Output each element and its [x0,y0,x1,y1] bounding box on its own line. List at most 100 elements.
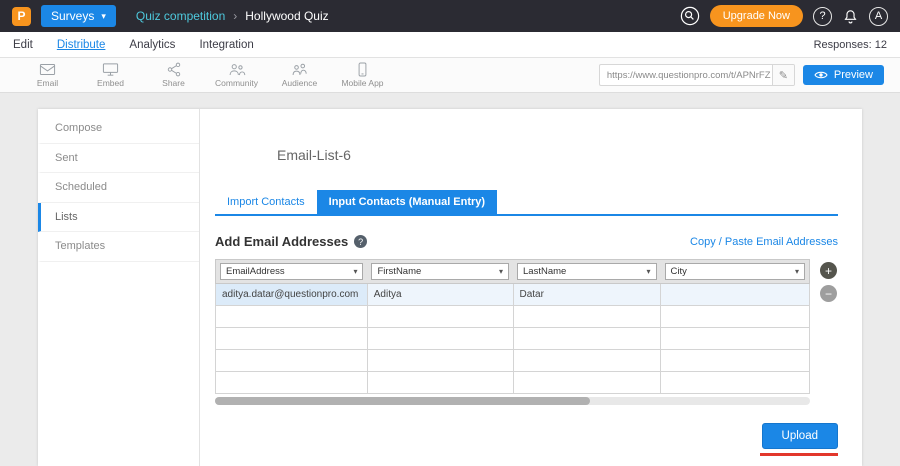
sidebar-item-scheduled[interactable]: Scheduled [38,173,199,203]
column-select-value: City [671,266,687,277]
table-cell-email[interactable] [216,328,368,350]
section-title-wrap: Add Email Addresses ? [215,234,367,249]
table-cell-lastname[interactable] [514,350,662,372]
mobile-app-icon [356,62,369,77]
header-cell: LastName ▾ [513,263,661,280]
email-distribution-card: Compose Sent Scheduled Lists Templates E… [38,109,862,466]
tab-input-contacts-manual[interactable]: Input Contacts (Manual Entry) [317,190,497,214]
chevron-down-icon: ▾ [353,267,357,276]
table-cell-city[interactable] [661,284,810,306]
toolbar-item-community[interactable]: Community [205,62,268,88]
breadcrumb-separator-icon: › [233,9,237,23]
table-cell-firstname[interactable]: Aditya [368,284,514,306]
edit-url-pencil-icon[interactable]: ✎ [772,65,794,85]
sidebar-item-lists[interactable]: Lists [38,203,199,233]
sidebar-item-templates[interactable]: Templates [38,232,199,262]
sidebar-item-sent[interactable]: Sent [38,144,199,174]
eye-icon [814,70,828,80]
user-avatar[interactable]: A [869,7,888,26]
upgrade-now-button[interactable]: Upgrade Now [710,5,803,27]
remove-row-button[interactable]: − [820,285,837,302]
surveys-dropdown[interactable]: Surveys ▾ [41,5,116,27]
table-cell-city[interactable] [661,328,810,350]
table-cell-firstname[interactable] [368,306,514,328]
chevron-down-icon: ▾ [795,267,799,276]
column-select-value: FirstName [377,266,421,277]
table-row: aditya.datar@questionpro.com Aditya Data… [216,284,810,306]
email-icon [39,62,56,77]
toolbar-item-mobile-app[interactable]: Mobile App [331,62,394,88]
table-cell-firstname[interactable] [368,350,514,372]
contacts-table-body: aditya.datar@questionpro.com Aditya Data… [215,284,810,394]
horizontal-scrollbar[interactable] [215,397,810,405]
breadcrumb: Quiz competition › Hollywood Quiz [136,9,329,23]
add-row-button[interactable]: + [820,262,837,279]
email-list-title: Email-List-6 [277,147,838,163]
upload-button[interactable]: Upload [762,423,838,449]
nav-item-distribute[interactable]: Distribute [57,39,106,51]
chevron-down-icon: ▾ [499,267,503,276]
help-badge-icon[interactable]: ? [354,235,367,248]
nav-item-analytics[interactable]: Analytics [129,39,175,51]
table-cell-email[interactable]: aditya.datar@questionpro.com [216,284,368,306]
contacts-tabs: Import Contacts Input Contacts (Manual E… [215,190,838,216]
page: P Surveys ▾ Quiz competition › Hollywood… [0,0,900,466]
toolbar-item-label: Embed [97,78,124,88]
table-row [216,372,810,394]
upload-row: Upload [215,423,838,456]
table-cell-lastname[interactable] [514,328,662,350]
sidebar-item-compose[interactable]: Compose [38,114,199,144]
scrollbar-thumb[interactable] [215,397,590,405]
toolbar-item-email[interactable]: Email [16,62,79,88]
table-cell-email[interactable] [216,306,368,328]
topbar: P Surveys ▾ Quiz competition › Hollywood… [0,0,900,32]
preview-button-label: Preview [834,69,873,81]
questionpro-logo[interactable]: P [12,7,31,26]
copy-paste-emails-link[interactable]: Copy / Paste Email Addresses [690,236,838,248]
share-icon [166,62,182,77]
community-icon [228,62,246,77]
chevron-down-icon: ▾ [101,11,106,22]
email-sidebar: Compose Sent Scheduled Lists Templates [38,109,200,466]
breadcrumb-current: Hollywood Quiz [245,9,328,23]
table-cell-lastname[interactable] [514,372,662,394]
toolbar-item-audience[interactable]: Audience [268,62,331,88]
nav-item-integration[interactable]: Integration [199,39,253,51]
column-select-value: EmailAddress [226,266,285,277]
toolbar-item-share[interactable]: Share [142,62,205,88]
table-cell-city[interactable] [661,372,810,394]
contacts-table-zone: EmailAddress ▾ FirstName ▾ [215,259,838,405]
column-select-lastname[interactable]: LastName ▾ [517,263,657,280]
table-cell-firstname[interactable] [368,328,514,350]
responses-count: Responses: 12 [814,39,887,51]
notifications-bell-icon[interactable] [842,8,859,25]
tab-import-contacts[interactable]: Import Contacts [215,190,317,214]
breadcrumb-parent[interactable]: Quiz competition [136,9,225,23]
column-select-firstname[interactable]: FirstName ▾ [371,263,509,280]
table-cell-email[interactable] [216,372,368,394]
section-header-row: Add Email Addresses ? Copy / Paste Email… [215,234,838,249]
column-select-city[interactable]: City ▾ [665,263,806,280]
table-cell-city[interactable] [661,306,810,328]
survey-nav: Edit Distribute Analytics Integration Re… [0,32,900,58]
row-buttons: + − [820,259,837,405]
preview-button[interactable]: Preview [803,65,884,85]
upload-underline-annotation [760,453,838,456]
contacts-table-header: EmailAddress ▾ FirstName ▾ [215,259,810,284]
table-cell-city[interactable] [661,350,810,372]
toolbar-item-label: Community [215,78,258,88]
table-cell-lastname[interactable]: Datar [514,284,662,306]
nav-item-edit[interactable]: Edit [13,39,33,51]
survey-url-input[interactable]: https://www.questionpro.com/t/APNrFZ [600,65,772,85]
search-icon[interactable] [680,6,700,26]
toolbar-item-embed[interactable]: Embed [79,62,142,88]
table-cell-firstname[interactable] [368,372,514,394]
toolbar-item-label: Audience [282,78,317,88]
toolbar-item-label: Mobile App [341,78,383,88]
column-select-emailaddress[interactable]: EmailAddress ▾ [220,263,363,280]
column-select-value: LastName [523,266,566,277]
table-cell-email[interactable] [216,350,368,372]
help-icon[interactable]: ? [813,7,832,26]
table-cell-lastname[interactable] [514,306,662,328]
header-cell: City ▾ [661,263,810,280]
